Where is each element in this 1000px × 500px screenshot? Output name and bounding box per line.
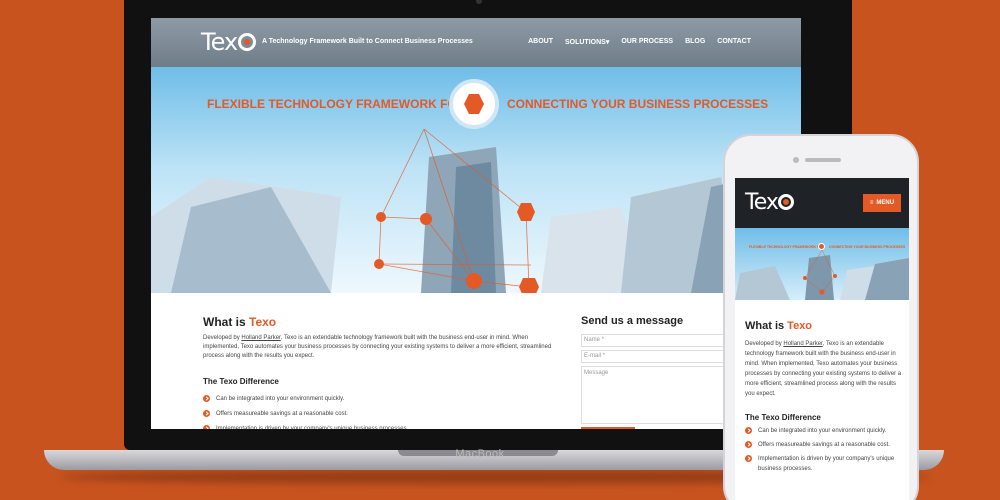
mobile-skyline-illustration xyxy=(735,249,909,300)
what-is-title: What is Texo xyxy=(203,315,276,329)
mobile-what-is-title: What is Texo xyxy=(745,320,812,332)
chevron-down-icon: ▾ xyxy=(605,39,610,46)
nav-contact[interactable]: CONTACT xyxy=(717,38,751,46)
list-item-text: Implementation is driven by your company… xyxy=(758,456,895,472)
hero-headline-left: FLEXIBLE TECHNOLOGY FRAMEWORK FOR xyxy=(207,97,466,111)
mobile-about-paragraph: Developed by Holland Parker, Texo is an … xyxy=(745,339,903,399)
what-is-prefix: What is xyxy=(745,320,788,332)
hero-banner: FLEXIBLE TECHNOLOGY FRAMEWORK FOR CONNEC… xyxy=(151,67,801,293)
logo-o-icon xyxy=(238,33,257,51)
difference-list: Can be integrated into your environment … xyxy=(203,391,408,429)
what-is-brand: Texo xyxy=(787,320,813,332)
main-nav: ABOUT SOLUTIONS▾ OUR PROCESS BLOG CONTAC… xyxy=(528,38,751,46)
nav-about[interactable]: ABOUT xyxy=(528,38,553,46)
arrow-bullet-icon xyxy=(745,427,752,434)
laptop-screen: Tex A Technology Framework Built to Conn… xyxy=(151,18,801,429)
arrow-bullet-icon xyxy=(745,455,752,462)
site-tagline: A Technology Framework Built to Connect … xyxy=(262,38,473,45)
list-item: Can be integrated into your environment … xyxy=(745,426,903,436)
logo-o-icon xyxy=(777,194,794,210)
hero-headline-right: CONNECTING YOUR BUSINESS PROCESSES xyxy=(507,97,769,111)
list-item-text: Offers measureable savings at a reasonab… xyxy=(758,442,890,448)
mobile-difference-title: The Texo Difference xyxy=(745,413,821,422)
mobile-hero-right: CONNECTING YOUR BUSINESS PROCESSES xyxy=(829,245,906,249)
mobile-header: Tex ≡ MENU xyxy=(735,178,909,228)
laptop-brand-label: MacBook xyxy=(455,448,505,460)
hexagon-icon xyxy=(818,243,825,250)
nav-solutions-label: SOLUTIONS xyxy=(564,39,606,46)
logo-x: x xyxy=(765,190,779,215)
site-header: Tex A Technology Framework Built to Conn… xyxy=(151,18,801,67)
nav-blog[interactable]: BLOG xyxy=(685,38,705,46)
holland-parker-link[interactable]: Holland Parker xyxy=(241,335,280,341)
about-text-post: , Texo is an extendable technology frame… xyxy=(745,341,902,397)
phone-device: Tex ≡ MENU FLEXIBLE TECHNOLOGY FRAMEWORK … xyxy=(723,134,919,500)
mobile-menu-button[interactable]: ≡ MENU xyxy=(863,194,901,212)
difference-title: The Texo Difference xyxy=(203,377,279,386)
list-item: Can be integrated into your environment … xyxy=(203,391,408,406)
phone-camera xyxy=(793,157,799,163)
phone-screen: Tex ≡ MENU FLEXIBLE TECHNOLOGY FRAMEWORK … xyxy=(735,178,909,500)
phone-speaker xyxy=(805,158,841,162)
arrow-bullet-icon xyxy=(745,441,752,448)
logo-text: Te xyxy=(201,28,225,56)
mobile-hero-banner: FLEXIBLE TECHNOLOGY FRAMEWORK FOR CONNEC… xyxy=(735,228,909,300)
arrow-bullet-icon xyxy=(203,410,210,417)
list-item: Implementation is driven by your company… xyxy=(203,421,408,429)
nav-our-process[interactable]: OUR PROCESS xyxy=(621,38,673,46)
what-is-brand: Texo xyxy=(249,315,277,329)
what-is-prefix: What is xyxy=(203,315,250,329)
about-text-pre: Developed by xyxy=(203,335,242,341)
holland-parker-link[interactable]: Holland Parker xyxy=(783,341,822,347)
message-field[interactable]: Message xyxy=(581,366,731,424)
about-paragraph: Developed by Holland Parker, Texo is an … xyxy=(203,334,553,361)
list-item: Offers measureable savings at a reasonab… xyxy=(745,440,903,450)
mobile-hero-left: FLEXIBLE TECHNOLOGY FRAMEWORK FOR xyxy=(749,245,825,249)
arrow-bullet-icon xyxy=(203,425,210,429)
list-item-text: Can be integrated into your environment … xyxy=(216,395,345,402)
list-item: Offers measureable savings at a reasonab… xyxy=(203,406,408,421)
mobile-difference-list: Can be integrated into your environment … xyxy=(745,426,903,478)
list-item-text: Implementation is driven by your company… xyxy=(216,425,409,430)
hexagon-icon xyxy=(464,94,484,114)
email-field[interactable]: E-mail * xyxy=(581,350,731,363)
logo-x: x xyxy=(223,28,238,56)
site-logo[interactable]: Tex xyxy=(201,28,257,56)
hamburger-icon: ≡ xyxy=(869,200,874,206)
menu-label: MENU xyxy=(876,200,895,206)
send-button[interactable] xyxy=(581,427,635,429)
list-item-text: Can be integrated into your environment … xyxy=(758,428,887,434)
about-text-pre: Developed by xyxy=(745,341,784,347)
contact-form-title: Send us a message xyxy=(581,315,684,327)
hero-hexagon-icon xyxy=(449,79,499,129)
nav-solutions[interactable]: SOLUTIONS▾ xyxy=(565,38,609,46)
logo-text: Te xyxy=(745,190,767,215)
list-item-text: Offers measureable savings at a reasonab… xyxy=(216,410,348,417)
name-field[interactable]: Name * xyxy=(581,334,731,347)
mobile-logo[interactable]: Tex xyxy=(745,190,794,215)
list-item: Implementation is driven by your company… xyxy=(745,454,903,474)
arrow-bullet-icon xyxy=(203,395,210,402)
